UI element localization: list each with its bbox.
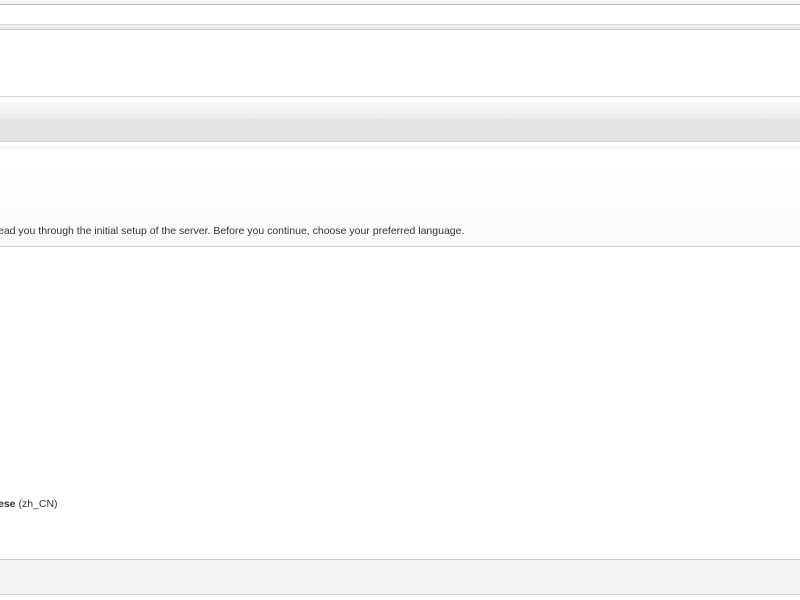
- header-area: [0, 30, 800, 96]
- footer-bar: [0, 559, 800, 595]
- language-code: (zh_CN): [18, 498, 58, 510]
- navigation-bar: [0, 119, 800, 142]
- language-list: ese (zh_CN): [0, 247, 800, 559]
- intro-text: ead you through the initial setup of the…: [0, 225, 465, 237]
- language-option-zh-cn[interactable]: ese (zh_CN): [0, 498, 58, 510]
- intro-panel: ead you through the initial setup of the…: [0, 165, 800, 247]
- breadcrumb-row: [0, 147, 800, 166]
- window-top-bar: [0, 0, 800, 5]
- setup-window: ead you through the initial setup of the…: [0, 0, 800, 600]
- language-name: ese: [0, 498, 16, 510]
- header-bar: [0, 96, 800, 120]
